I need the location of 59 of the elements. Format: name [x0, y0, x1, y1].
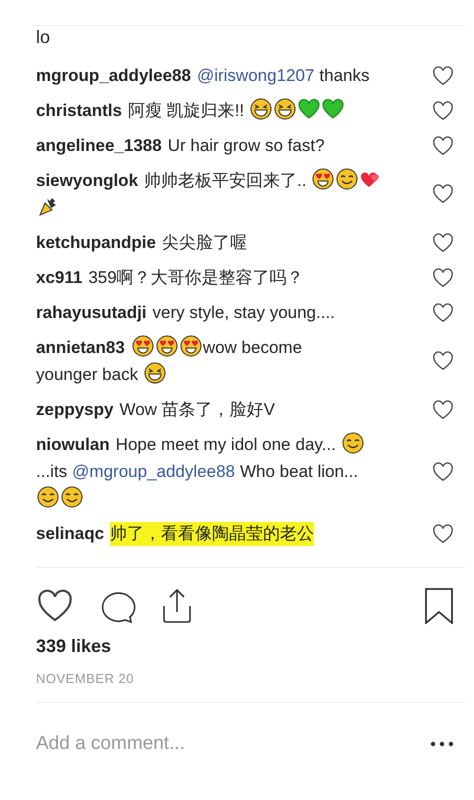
like-heart-icon[interactable] — [432, 351, 454, 371]
like-heart-icon[interactable] — [432, 524, 454, 544]
like-heart-icon[interactable] — [432, 136, 454, 156]
comment-text: younger back — [36, 364, 138, 386]
heart-eyes-face-icon — [132, 335, 154, 357]
mention-link[interactable]: @mgroup_addylee88 — [72, 458, 235, 485]
mention-link[interactable]: @iriswong1207 — [196, 62, 314, 89]
heart-icon — [322, 98, 344, 120]
username-link[interactable]: christantls — [36, 97, 122, 124]
comment-text: 阿瘦 凯旋归来!! — [128, 100, 244, 122]
smiling-face-icon — [342, 432, 364, 454]
heart-icon — [298, 98, 320, 120]
username-link[interactable]: annietan83 — [36, 334, 125, 361]
comment-text: thanks — [319, 65, 370, 87]
username-link[interactable]: siewyonglok — [36, 167, 138, 194]
like-heart-icon[interactable] — [432, 302, 454, 322]
comment-text: very style, stay young.... — [152, 302, 335, 324]
username-link[interactable]: niowulan — [36, 431, 110, 458]
laughing-face-icon — [274, 98, 296, 120]
comment-text: lo — [36, 26, 52, 48]
comment-text: Hope meet my idol one — [116, 434, 290, 456]
username-link[interactable]: rahayusutadji — [36, 299, 147, 326]
comment-text: 帅帅老板平安回来了.. — [144, 170, 306, 192]
heart-eyes-face-icon — [312, 168, 334, 190]
comment-text: wow become — [202, 337, 302, 359]
like-heart-icon[interactable] — [432, 232, 454, 252]
heart-eyes-face-icon — [156, 335, 178, 357]
username-link[interactable]: zeppyspy — [36, 396, 114, 423]
share-icon[interactable] — [160, 588, 194, 624]
comment-text: 359啊？大哥你是整容了吗？ — [88, 267, 304, 289]
comment-text: Ur hair grow so fast? — [168, 135, 325, 157]
smiling-face-icon — [37, 486, 59, 508]
like-heart-icon[interactable] — [432, 268, 454, 288]
likes-count: 339 likes — [36, 636, 112, 657]
comment-text: Who beat lion... — [240, 461, 358, 483]
comment-text: day... — [296, 434, 336, 456]
username-link[interactable]: xc911 — [36, 264, 82, 291]
post-date: NOVEMBER 20 — [36, 671, 135, 686]
like-heart-icon[interactable] — [432, 100, 454, 120]
more-options-icon[interactable] — [430, 741, 454, 747]
like-heart-icon[interactable] — [432, 184, 454, 204]
smiling-face-icon — [61, 486, 83, 508]
heart-eyes-face-icon — [180, 335, 202, 357]
highlighted-comment-text: 帅了，看看像陶晶莹的老公 — [110, 522, 314, 546]
username-link[interactable]: selinaqc — [36, 520, 104, 547]
like-heart-icon[interactable] — [432, 462, 454, 482]
username-link[interactable]: mgroup_addylee88 — [36, 62, 191, 89]
laughing-face-icon — [144, 362, 166, 384]
like-heart-icon[interactable] — [432, 66, 454, 86]
like-heart-icon[interactable] — [432, 400, 454, 420]
comment-text: 尖尖脸了喔 — [162, 232, 247, 254]
username-link[interactable]: angelinee_1388 — [36, 132, 162, 159]
laughing-face-icon — [250, 98, 272, 120]
like-heart-icon[interactable] — [36, 589, 74, 623]
smiling-face-icon — [336, 168, 358, 190]
username-link[interactable]: ketchupandpie — [36, 229, 156, 256]
comment-text: ...its — [36, 461, 68, 483]
bookmark-icon[interactable] — [424, 588, 454, 624]
comment-text: Wow 苗条了，脸好V — [119, 399, 276, 421]
